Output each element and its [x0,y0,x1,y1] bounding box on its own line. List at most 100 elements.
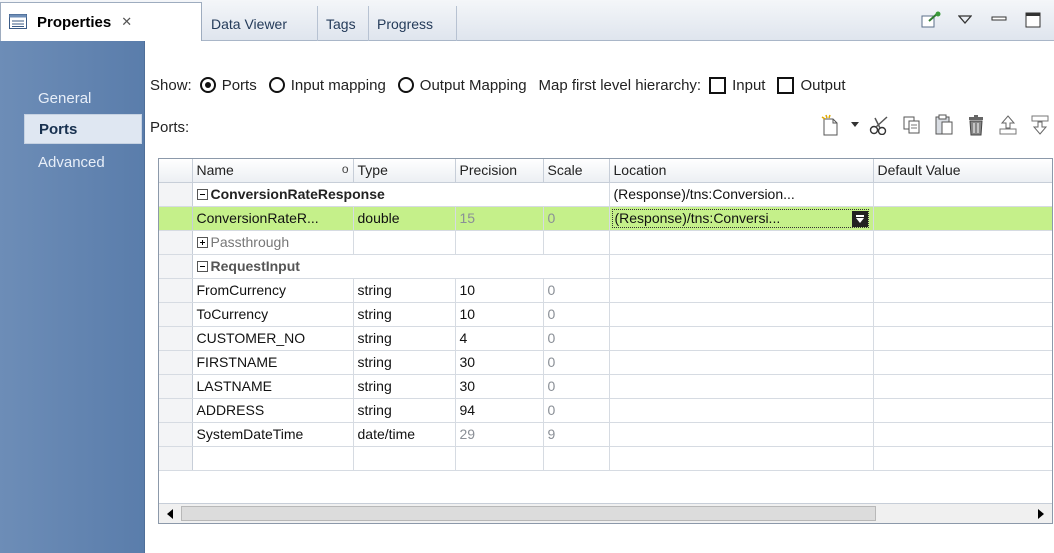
sidebar-item-ports[interactable]: Ports [24,114,142,144]
cut-icon[interactable] [868,113,892,137]
tab-progress[interactable]: Progress [369,6,457,41]
column-header-precision[interactable]: Precision [455,159,544,183]
table-row[interactable]: LASTNAME string 30 0 [159,374,1052,399]
scroll-right-icon[interactable] [1032,505,1050,522]
name-cell[interactable]: ConversionRateR... [192,206,354,231]
precision-cell[interactable]: 10 [455,302,544,327]
row-header[interactable] [159,182,193,207]
table-row[interactable]: ConversionRateR... double 15 0 (Response… [159,206,1052,231]
tab-data-viewer[interactable]: Data Viewer [203,6,318,41]
table-row[interactable] [159,446,1052,471]
collapse-icon[interactable] [196,261,208,272]
scale-cell[interactable]: 0 [543,206,610,231]
default-value-cell[interactable] [873,326,1052,351]
group-name-cell[interactable]: RequestInput [192,254,610,279]
scrollbar-thumb[interactable] [181,506,876,521]
location-cell[interactable] [609,446,874,471]
move-up-icon[interactable] [996,113,1020,137]
location-cell[interactable] [609,230,874,255]
output-hierarchy-label[interactable]: Output [800,77,845,94]
default-value-cell[interactable] [873,254,1052,279]
table-row[interactable]: Passthrough [159,230,1052,255]
location-cell[interactable] [609,398,874,423]
input-hierarchy-label[interactable]: Input [732,77,765,94]
type-cell[interactable]: string [353,278,456,303]
expand-icon[interactable] [196,237,208,248]
row-header[interactable] [159,326,193,351]
location-cell[interactable] [609,278,874,303]
delete-icon[interactable] [964,113,988,137]
collapse-icon[interactable] [196,189,208,200]
default-value-cell[interactable] [873,398,1052,423]
output-hierarchy-checkbox[interactable] [777,76,795,94]
location-cell[interactable] [609,254,874,279]
default-value-cell[interactable] [873,302,1052,327]
pin-editor-icon[interactable] [920,9,942,31]
location-cell[interactable] [609,374,874,399]
default-value-cell[interactable] [873,206,1052,231]
row-header[interactable] [159,398,193,423]
column-header-scale[interactable]: Scale [543,159,610,183]
input-hierarchy-checkbox[interactable] [709,76,727,94]
precision-cell[interactable]: 30 [455,350,544,375]
scale-cell[interactable]: 9 [543,422,610,447]
type-cell[interactable]: string [353,374,456,399]
horizontal-scrollbar[interactable] [159,503,1052,523]
row-header[interactable] [159,446,193,471]
input-mapping-radio[interactable] [268,77,285,93]
sidebar-item-advanced[interactable]: Advanced [24,147,142,177]
move-down-icon[interactable] [1028,113,1052,137]
type-cell[interactable]: string [353,350,456,375]
precision-cell[interactable] [455,230,544,255]
column-header-type[interactable]: Type [353,159,456,183]
scale-cell[interactable]: 0 [543,326,610,351]
row-header[interactable] [159,422,193,447]
precision-cell[interactable]: 29 [455,422,544,447]
default-value-cell[interactable] [873,278,1052,303]
default-value-cell[interactable] [873,350,1052,375]
location-cell[interactable] [609,326,874,351]
row-header[interactable] [159,374,193,399]
copy-icon[interactable] [900,113,924,137]
type-cell[interactable]: string [353,326,456,351]
maximize-icon[interactable] [1022,9,1044,31]
ports-radio-label[interactable]: Ports [222,77,257,94]
type-cell[interactable] [353,446,456,471]
scale-cell[interactable]: 0 [543,398,610,423]
input-mapping-radio-label[interactable]: Input mapping [291,77,386,94]
row-header[interactable] [159,206,193,231]
sidebar-item-general[interactable]: General [24,83,142,113]
table-row[interactable]: ToCurrency string 10 0 [159,302,1052,327]
default-value-cell[interactable] [873,182,1052,207]
precision-cell[interactable]: 4 [455,326,544,351]
close-icon[interactable]: ✕ [121,14,132,30]
minimize-icon[interactable] [988,9,1010,31]
scale-cell[interactable] [543,230,610,255]
tab-properties[interactable]: Properties ✕ [0,2,202,41]
default-value-cell[interactable] [873,422,1052,447]
default-value-cell[interactable] [873,230,1052,255]
scroll-left-icon[interactable] [161,505,179,522]
location-cell[interactable] [609,302,874,327]
column-header-name[interactable]: Name o [192,159,354,183]
new-port-icon[interactable] [818,113,842,137]
output-mapping-radio-label[interactable]: Output Mapping [420,77,527,94]
location-cell[interactable]: (Response)/tns:Conversion... [609,182,874,207]
table-row[interactable]: SystemDateTime date/time 29 9 [159,422,1052,447]
group-name-cell[interactable]: ConversionRateResponse [192,182,610,207]
type-cell[interactable] [353,230,456,255]
name-cell[interactable]: Passthrough [192,230,354,255]
scale-cell[interactable]: 0 [543,278,610,303]
location-cell[interactable] [609,350,874,375]
table-row[interactable]: ADDRESS string 94 0 [159,398,1052,423]
table-row[interactable]: CUSTOMER_NO string 4 0 [159,326,1052,351]
column-header-location[interactable]: Location [609,159,874,183]
tab-tags[interactable]: Tags [318,6,369,41]
name-cell[interactable]: FIRSTNAME [192,350,354,375]
name-cell[interactable]: CUSTOMER_NO [192,326,354,351]
name-cell[interactable]: SystemDateTime [192,422,354,447]
output-mapping-radio[interactable] [397,77,414,93]
type-cell[interactable]: string [353,398,456,423]
name-cell[interactable]: LASTNAME [192,374,354,399]
scale-cell[interactable] [543,446,610,471]
